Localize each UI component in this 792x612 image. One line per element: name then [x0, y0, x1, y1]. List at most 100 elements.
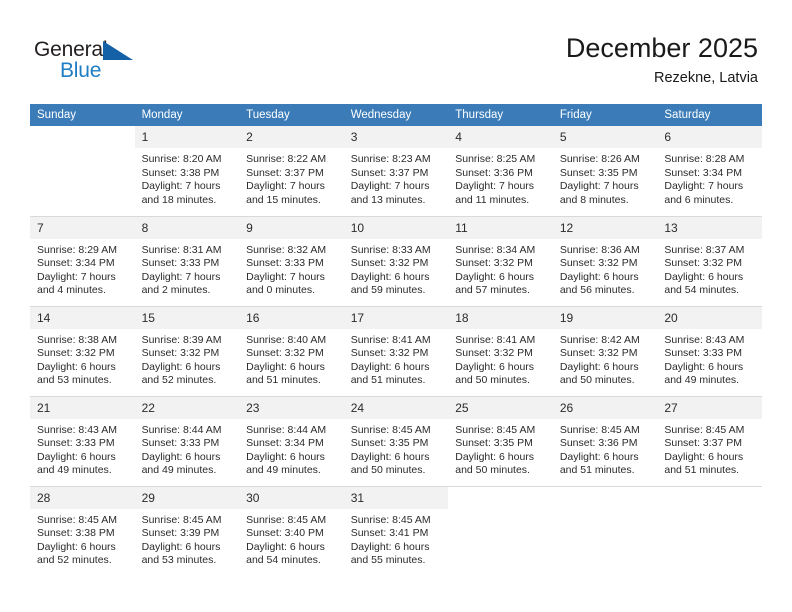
day-sun-info: Sunrise: 8:45 AM Sunset: 3:35 PM Daylight:… [448, 419, 553, 478]
calendar-day-cell[interactable]: 29 Sunrise: 8:45 AM Sunset: 3:39 PM Dayligh… [134, 485, 240, 576]
calendar-week-row: 21 Sunrise: 8:43 AM Sunset: 3:33 PM Dayligh… [30, 395, 762, 486]
calendar-day-cell[interactable]: 28 Sunrise: 8:45 AM Sunset: 3:38 PM Dayligh… [30, 485, 135, 576]
calendar-day-cell[interactable]: 24 Sunrise: 8:45 AM Sunset: 3:35 PM Dayligh… [343, 395, 449, 486]
calendar-day-cell[interactable]: 26 Sunrise: 8:45 AM Sunset: 3:36 PM Dayligh… [552, 395, 658, 486]
calendar-day-cell[interactable]: 3 Sunrise: 8:23 AM Sunset: 3:37 PM Daylight… [343, 126, 449, 216]
calendar-day-cell[interactable]: 8 Sunrise: 8:31 AM Sunset: 3:33 PM Daylight… [134, 215, 240, 306]
calendar-day-cell[interactable]: 1 Sunrise: 8:20 AM Sunset: 3:38 PM Daylight… [134, 126, 240, 216]
day-number: 12 [552, 216, 658, 239]
sun-info-line: Sunset: 3:37 PM [664, 437, 743, 450]
calendar-day-cell[interactable]: 11 Sunrise: 8:34 AM Sunset: 3:32 PM Dayligh… [448, 215, 553, 306]
day-number: 22 [134, 396, 240, 419]
calendar-day-cell[interactable]: 13 Sunrise: 8:37 AM Sunset: 3:32 PM Dayligh… [657, 215, 762, 306]
sun-info-line: Daylight: 6 hours [559, 450, 639, 463]
weekday-header-saturday: Saturday [657, 104, 762, 126]
sun-info-line: and 51 minutes. [350, 374, 426, 387]
calendar-day-cell[interactable]: 19 Sunrise: 8:42 AM Sunset: 3:32 PM Dayligh… [552, 305, 658, 396]
sun-info-line: Sunrise: 8:41 AM [455, 333, 536, 346]
sun-info-line: Sunset: 3:37 PM [246, 166, 324, 179]
sun-info-line: and 52 minutes. [37, 554, 112, 567]
brand-logo[interactable]: General Blue [34, 38, 204, 88]
day-number: 26 [552, 396, 658, 419]
sun-info-line: Sunrise: 8:33 AM [350, 243, 431, 256]
day-number: 5 [552, 126, 658, 148]
day-sun-info: Sunrise: 8:26 AM Sunset: 3:35 PM Daylight:… [553, 148, 658, 207]
day-sun-info: Sunrise: 8:32 AM Sunset: 3:33 PM Daylight:… [239, 239, 344, 298]
calendar-day-cell[interactable]: 5 Sunrise: 8:26 AM Sunset: 3:35 PM Daylight… [552, 126, 658, 216]
sun-info-line: Sunset: 3:36 PM [455, 166, 533, 179]
calendar-day-cell[interactable]: 14 Sunrise: 8:38 AM Sunset: 3:32 PM Dayligh… [30, 305, 135, 396]
calendar-day-cell[interactable]: 27 Sunrise: 8:45 AM Sunset: 3:37 PM Dayligh… [657, 395, 762, 486]
sun-info-line: and 50 minutes. [455, 374, 530, 387]
day-sun-info: Sunrise: 8:23 AM Sunset: 3:37 PM Daylight:… [344, 148, 449, 207]
day-sun-info: Sunrise: 8:38 AM Sunset: 3:32 PM Daylight:… [30, 329, 135, 388]
day-number: 25 [448, 396, 553, 419]
day-sun-info: Sunrise: 8:37 AM Sunset: 3:32 PM Daylight:… [657, 239, 762, 298]
sun-info-line: Sunrise: 8:28 AM [664, 153, 745, 165]
calendar-day-cell[interactable]: 2 Sunrise: 8:22 AM Sunset: 3:37 PM Daylight… [239, 126, 344, 216]
calendar-day-cell[interactable]: 15 Sunrise: 8:39 AM Sunset: 3:32 PM Dayligh… [134, 305, 240, 396]
sun-info-line: and 6 minutes. [664, 193, 734, 206]
calendar-day-cell[interactable]: 22 Sunrise: 8:44 AM Sunset: 3:33 PM Dayligh… [134, 395, 240, 486]
sun-info-line: and 51 minutes. [246, 374, 321, 387]
calendar-day-cell[interactable]: 12 Sunrise: 8:36 AM Sunset: 3:32 PM Dayligh… [552, 215, 658, 306]
sun-info-line: Sunrise: 8:41 AM [350, 333, 431, 346]
calendar-day-cell[interactable]: 30 Sunrise: 8:45 AM Sunset: 3:40 PM Dayligh… [239, 485, 344, 576]
calendar-day-cell[interactable]: 7 Sunrise: 8:29 AM Sunset: 3:34 PM Daylight… [30, 215, 135, 306]
day-sun-info: Sunrise: 8:40 AM Sunset: 3:32 PM Daylight:… [239, 329, 344, 388]
calendar-day-cell[interactable]: 18 Sunrise: 8:41 AM Sunset: 3:32 PM Dayligh… [448, 305, 553, 396]
calendar-day-cell[interactable]: 21 Sunrise: 8:43 AM Sunset: 3:33 PM Dayligh… [30, 395, 135, 486]
day-sun-info: Sunrise: 8:28 AM Sunset: 3:34 PM Daylight:… [657, 148, 762, 207]
weekday-header-wednesday: Wednesday [343, 104, 449, 126]
sun-info-line: Sunrise: 8:42 AM [559, 333, 640, 346]
sun-info-line: Daylight: 6 hours [141, 540, 221, 553]
page-title: December 2025 [565, 33, 758, 63]
sun-info-line: Daylight: 6 hours [664, 360, 744, 373]
day-number [552, 486, 658, 509]
calendar-day-cell[interactable]: 20 Sunrise: 8:43 AM Sunset: 3:33 PM Dayligh… [657, 305, 762, 396]
calendar-week-row: 1 Sunrise: 8:20 AM Sunset: 3:38 PM Daylight… [30, 126, 762, 216]
sun-info-line: Sunset: 3:33 PM [246, 257, 324, 270]
sun-info-line: Daylight: 6 hours [141, 360, 221, 373]
sun-info-line: and 55 minutes. [350, 554, 426, 567]
day-sun-info: Sunrise: 8:45 AM Sunset: 3:39 PM Daylight:… [135, 509, 240, 568]
calendar-day-cell[interactable]: 9 Sunrise: 8:32 AM Sunset: 3:33 PM Daylight… [239, 215, 344, 306]
day-number: 24 [343, 396, 449, 419]
calendar-cell-empty [448, 485, 553, 576]
sun-info-line: Sunrise: 8:45 AM [141, 513, 222, 526]
sun-info-line: Sunset: 3:33 PM [664, 347, 743, 360]
sun-info-line: Daylight: 7 hours [246, 180, 325, 193]
calendar-day-cell[interactable]: 16 Sunrise: 8:40 AM Sunset: 3:32 PM Dayligh… [239, 305, 344, 396]
sun-info-line: and 2 minutes. [141, 284, 211, 297]
sun-info-line: and 49 minutes. [664, 374, 740, 387]
calendar-day-cell[interactable]: 4 Sunrise: 8:25 AM Sunset: 3:36 PM Daylight… [448, 126, 553, 216]
day-sun-info: Sunrise: 8:39 AM Sunset: 3:32 PM Daylight:… [135, 329, 240, 388]
calendar-day-cell[interactable]: 23 Sunrise: 8:44 AM Sunset: 3:34 PM Dayligh… [239, 395, 344, 486]
sun-info-line: Daylight: 7 hours [455, 180, 535, 193]
sun-info-line: Sunset: 3:33 PM [37, 437, 115, 450]
sun-info-line: and 49 minutes. [37, 464, 112, 477]
sun-info-line: Sunrise: 8:26 AM [559, 153, 640, 165]
day-number: 18 [448, 306, 553, 329]
day-number: 8 [134, 216, 240, 239]
sun-info-line: Sunrise: 8:22 AM [246, 153, 327, 165]
calendar-day-cell[interactable]: 10 Sunrise: 8:33 AM Sunset: 3:32 PM Dayligh… [343, 215, 449, 306]
day-sun-info: Sunrise: 8:33 AM Sunset: 3:32 PM Daylight:… [344, 239, 449, 298]
day-number: 31 [343, 486, 449, 509]
sun-info-line: Daylight: 7 hours [350, 180, 430, 193]
day-number: 6 [657, 126, 762, 148]
sun-info-line: Sunrise: 8:39 AM [141, 333, 222, 346]
sun-info-line: Sunset: 3:38 PM [141, 166, 220, 179]
sun-info-line: Daylight: 6 hours [246, 540, 325, 553]
calendar-day-cell[interactable]: 6 Sunrise: 8:28 AM Sunset: 3:34 PM Daylight… [657, 126, 762, 216]
day-number: 15 [134, 306, 240, 329]
day-sun-info: Sunrise: 8:20 AM Sunset: 3:38 PM Daylight:… [135, 148, 240, 207]
sun-info-line: Daylight: 6 hours [559, 270, 639, 283]
sun-info-line: Sunset: 3:40 PM [246, 527, 324, 540]
sun-info-line: Sunset: 3:37 PM [350, 166, 429, 179]
weekday-header-monday: Monday [134, 104, 240, 126]
sun-info-line: Sunset: 3:32 PM [37, 347, 115, 360]
calendar-day-cell[interactable]: 25 Sunrise: 8:45 AM Sunset: 3:35 PM Dayligh… [448, 395, 553, 486]
calendar-day-cell[interactable]: 31 Sunrise: 8:45 AM Sunset: 3:41 PM Dayligh… [343, 485, 449, 576]
calendar-day-cell[interactable]: 17 Sunrise: 8:41 AM Sunset: 3:32 PM Dayligh… [343, 305, 449, 396]
